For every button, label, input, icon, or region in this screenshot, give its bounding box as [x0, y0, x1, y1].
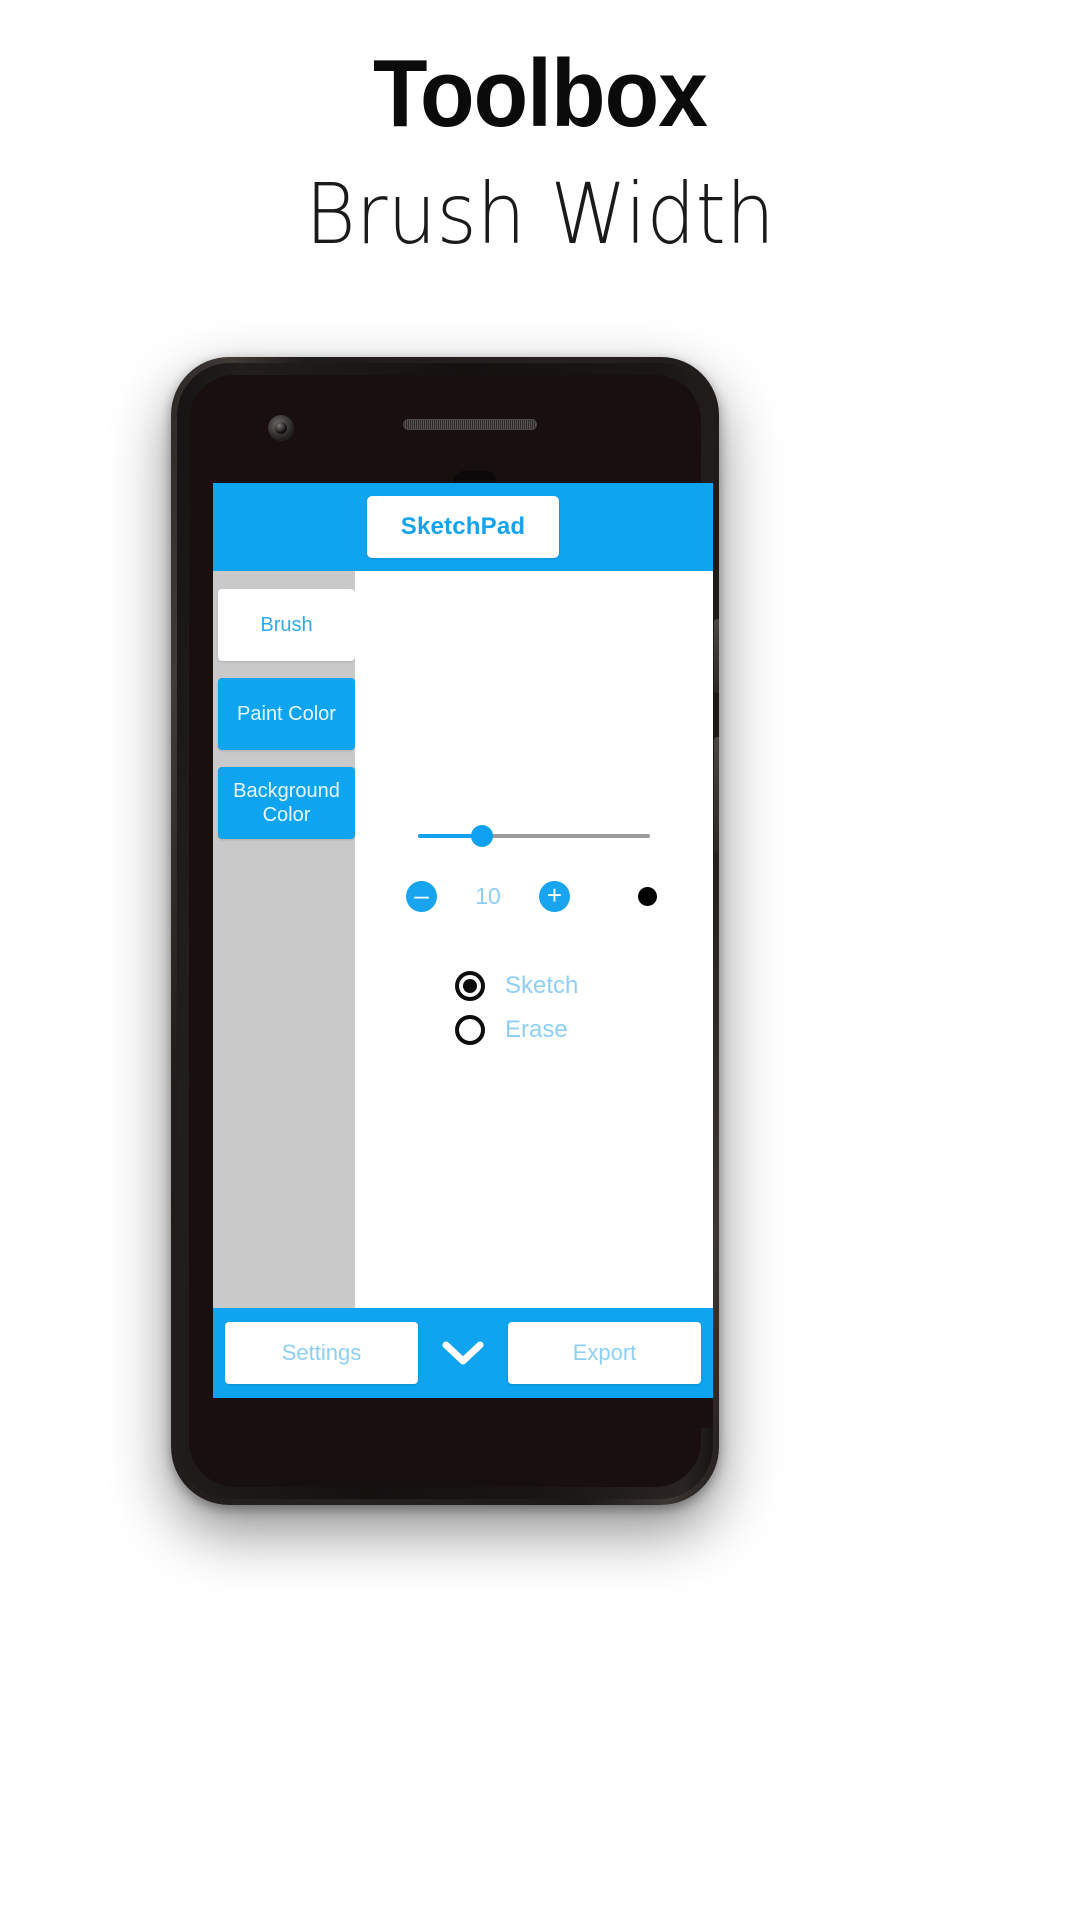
export-label: Export — [572, 1340, 637, 1365]
sidebar-item-label: Paint Color — [237, 702, 336, 725]
app-body: Brush Paint Color Background Color – 10 … — [213, 571, 713, 1308]
radio-option-sketch[interactable]: Sketch — [355, 971, 713, 1001]
radio-erase-label: Erase — [505, 1016, 568, 1043]
bottom-action-bar: Settings Export — [213, 1308, 713, 1398]
brush-width-stepper: – 10 + — [355, 881, 713, 912]
radio-sketch-icon[interactable] — [455, 971, 485, 1001]
headline-block: Toolbox Brush Width — [0, 0, 1080, 263]
screenshot-root: Toolbox Brush Width SketchPad Brush Pain… — [0, 0, 1080, 1920]
page-subtitle: Brush Width — [305, 165, 775, 263]
phone-face: SketchPad Brush Paint Color Background C… — [189, 375, 713, 1487]
slider-thumb[interactable] — [471, 825, 493, 847]
brush-width-slider-row — [355, 825, 713, 847]
camera-lens — [275, 422, 287, 434]
app-bar: SketchPad — [213, 483, 713, 571]
front-camera-icon — [268, 415, 294, 441]
phone-device-mockup: SketchPad Brush Paint Color Background C… — [171, 357, 719, 1505]
brush-width-value: 10 — [475, 883, 501, 909]
chevron-down-icon[interactable] — [439, 1329, 487, 1377]
page-title: Toolbox — [372, 40, 708, 147]
app-title-label: SketchPad — [400, 513, 526, 540]
earpiece-speaker-icon — [403, 419, 537, 430]
brush-width-slider[interactable] — [418, 825, 650, 847]
volume-button[interactable] — [714, 737, 719, 853]
power-button[interactable] — [714, 619, 719, 693]
radio-sketch-label: Sketch — [505, 972, 579, 999]
phone-bezel: SketchPad Brush Paint Color Background C… — [177, 363, 713, 1499]
sidebar-item-label: Background Color — [233, 779, 340, 826]
tool-sidebar: Brush Paint Color Background Color — [213, 571, 355, 1308]
minus-icon: – — [414, 879, 429, 910]
sidebar-item-paint-color[interactable]: Paint Color — [218, 678, 355, 750]
screen-chin — [213, 1398, 713, 1428]
settings-label: Settings — [281, 1340, 362, 1365]
export-button[interactable]: Export — [508, 1322, 701, 1384]
settings-button[interactable]: Settings — [225, 1322, 418, 1384]
sidebar-item-brush[interactable]: Brush — [218, 589, 355, 661]
brush-preview — [632, 882, 662, 912]
plus-icon: + — [546, 879, 563, 910]
radio-option-erase[interactable]: Erase — [355, 1015, 713, 1045]
phone-screen: SketchPad Brush Paint Color Background C… — [213, 483, 713, 1398]
sidebar-item-label: Brush — [260, 613, 313, 636]
increment-button[interactable]: + — [539, 881, 570, 912]
radio-erase-icon[interactable] — [455, 1015, 485, 1045]
app-title-chip[interactable]: SketchPad — [366, 496, 560, 558]
decrement-button[interactable]: – — [406, 881, 437, 912]
draw-mode-radio-group: Sketch Erase — [355, 971, 713, 1059]
brush-settings-panel: – 10 + Sketch Erase — [355, 571, 713, 1308]
sidebar-item-background-color[interactable]: Background Color — [218, 767, 355, 839]
brush-preview-dot-icon — [637, 887, 657, 906]
